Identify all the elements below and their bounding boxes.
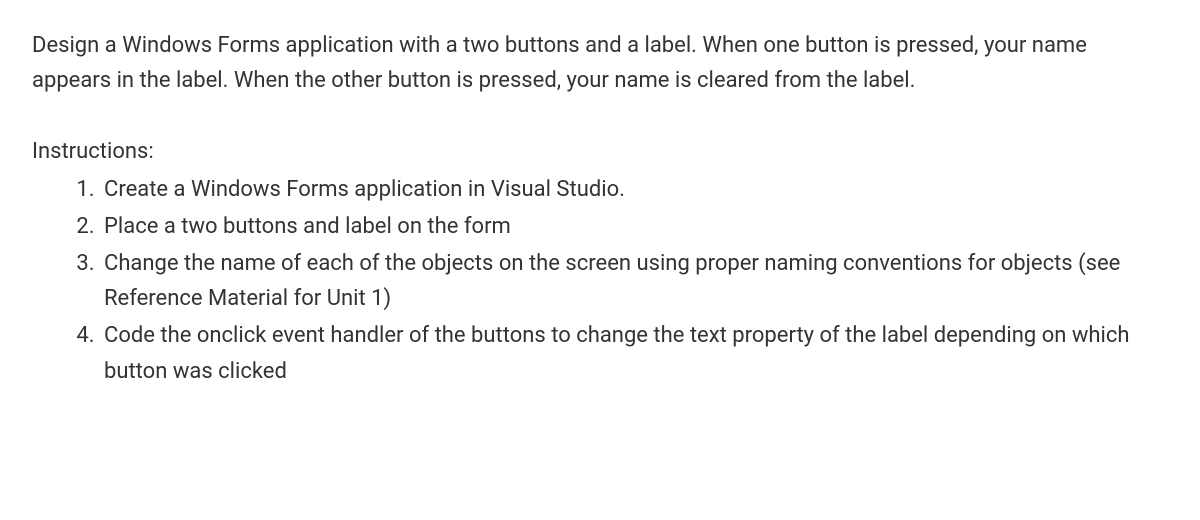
assignment-description: Design a Windows Forms application with … — [32, 28, 1168, 98]
list-item: Code the onclick event handler of the bu… — [100, 318, 1168, 388]
list-item: Change the name of each of the objects o… — [100, 246, 1168, 316]
instructions-heading: Instructions: — [32, 134, 1168, 169]
instructions-list: Create a Windows Forms application in Vi… — [32, 172, 1168, 389]
list-item: Place a two buttons and label on the for… — [100, 209, 1168, 244]
list-item: Create a Windows Forms application in Vi… — [100, 172, 1168, 207]
